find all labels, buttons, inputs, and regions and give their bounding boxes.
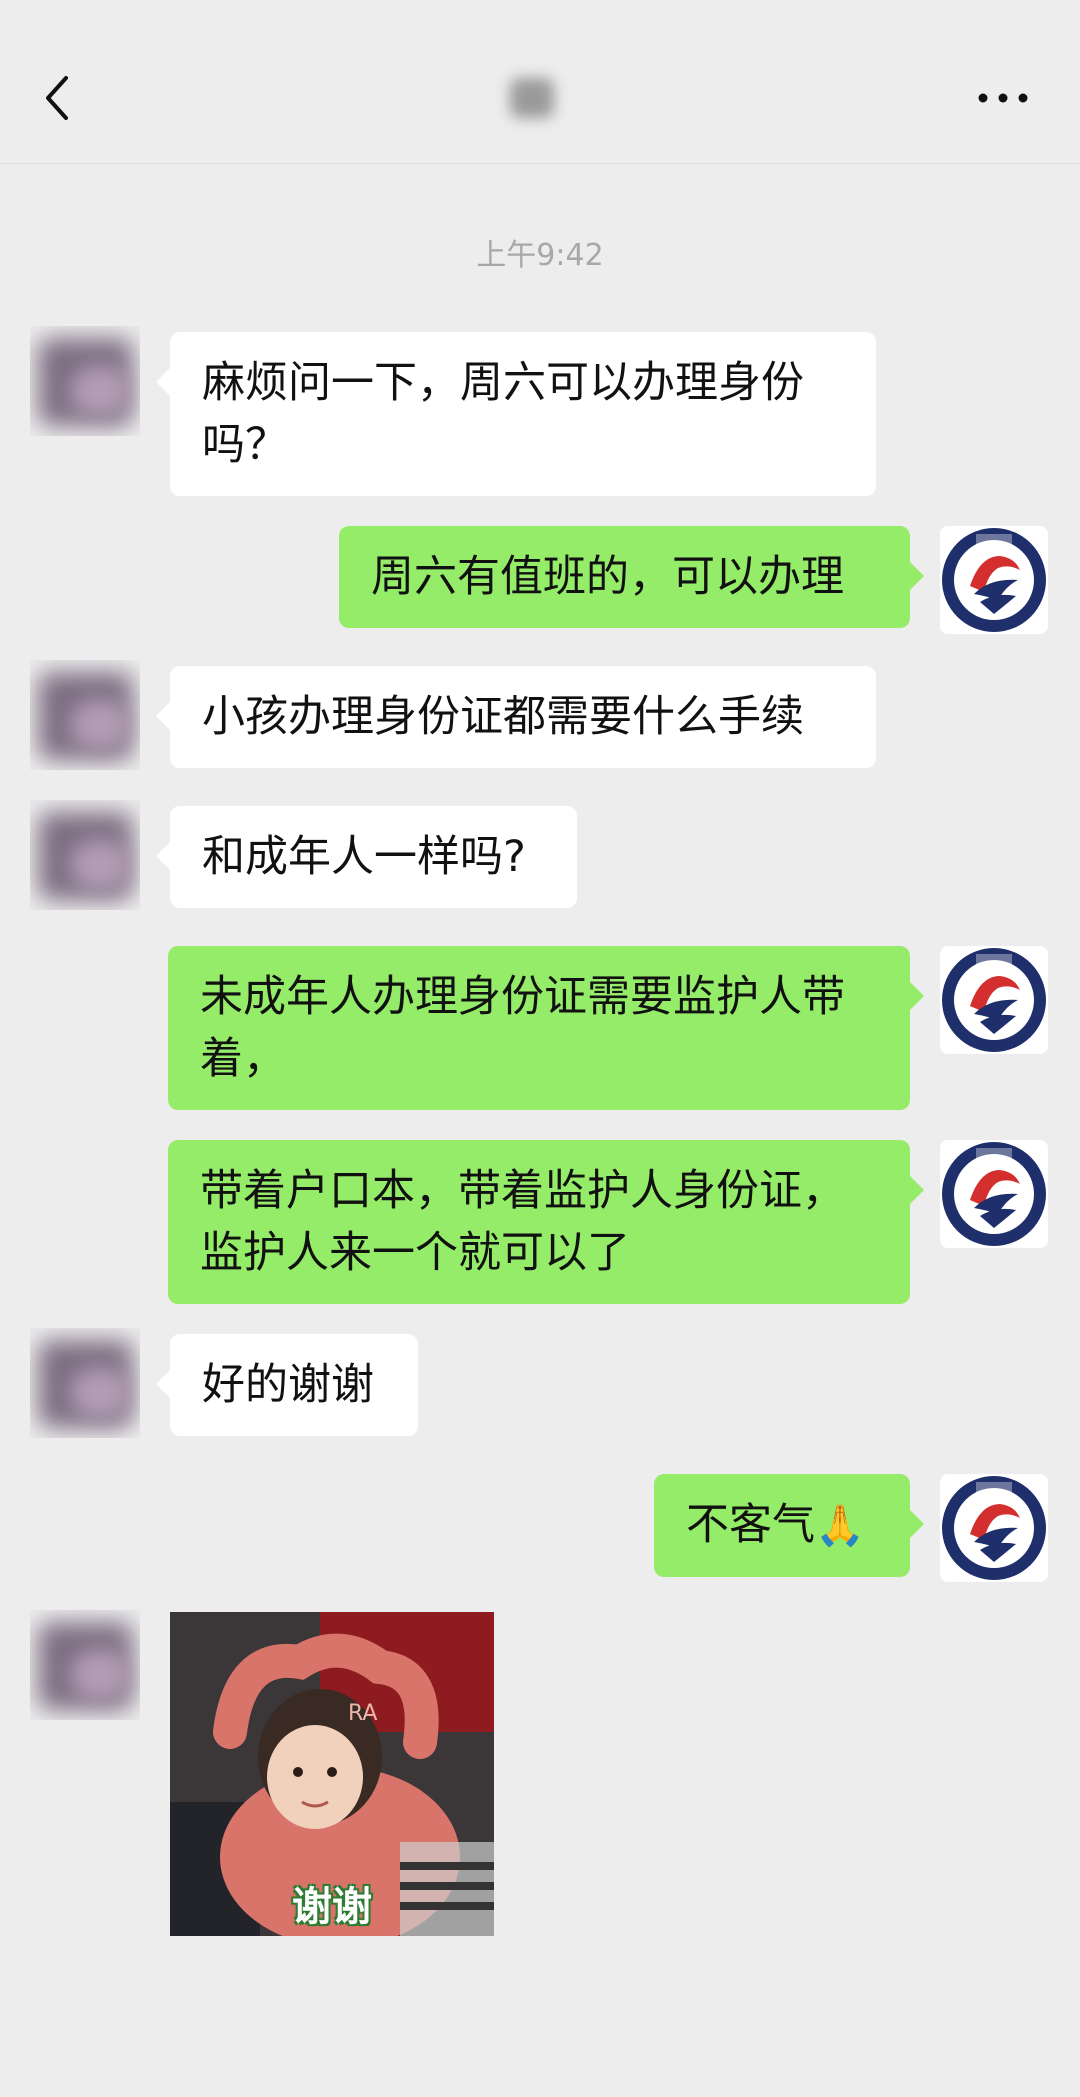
police-emblem-icon [942,948,1046,1052]
police-emblem-icon [942,1476,1046,1580]
contact-avatar[interactable] [30,660,140,770]
more-options-button[interactable] [975,78,1035,118]
message-bubble-incoming[interactable]: 小孩办理身份证都需要什么手续 [156,666,876,768]
sticker-caption: 谢谢 [292,1884,372,1930]
self-avatar[interactable] [940,1140,1048,1248]
self-avatar[interactable] [940,1474,1048,1582]
message-bubble-incoming[interactable]: 和成年人一样吗? [156,806,577,908]
message-bubble-outgoing[interactable]: 带着户口本，带着监护人身份证，监护人来一个就可以了 [168,1140,924,1304]
message-bubble-outgoing[interactable]: 不客气🙏 [654,1474,924,1577]
chat-title-obscured [510,78,554,118]
self-avatar[interactable] [940,526,1048,634]
more-dots-icon [978,93,1028,103]
contact-avatar[interactable] [30,1610,140,1720]
police-emblem-icon [942,528,1046,632]
message-bubble-outgoing[interactable]: 未成年人办理身份证需要监护人带着， [168,946,924,1110]
message-bubble-outgoing[interactable]: 周六有值班的，可以办理 [339,526,924,628]
chevron-left-icon [46,76,68,120]
message-bubble-incoming[interactable]: 麻烦问一下，周六可以办理身份吗？ [156,332,876,496]
contact-avatar[interactable] [30,326,140,436]
svg-text:RA: RA [348,1701,377,1726]
message-bubble-incoming[interactable]: 好的谢谢 [156,1334,418,1436]
back-button[interactable] [36,66,84,130]
police-emblem-icon [942,1142,1046,1246]
contact-avatar[interactable] [30,1328,140,1438]
message-timestamp: 上午9:42 [476,238,604,273]
message-text: 不客气 [686,1500,815,1550]
pray-emoji-icon: 🙏 [815,1503,865,1549]
chat-header [0,0,1080,164]
thank-you-sticker[interactable]: RA 谢谢 [170,1612,494,1936]
self-avatar[interactable] [940,946,1048,1054]
contact-avatar[interactable] [30,800,140,910]
